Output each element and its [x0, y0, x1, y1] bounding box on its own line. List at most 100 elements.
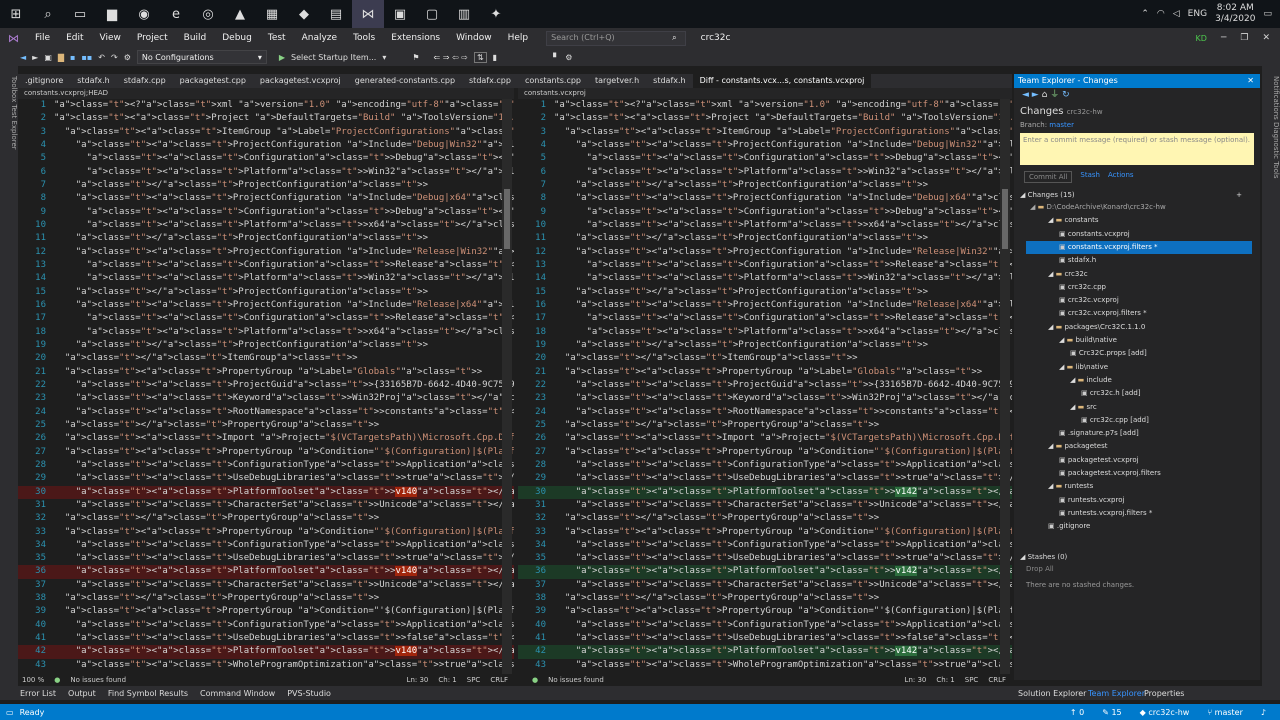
- code-line[interactable]: 4 "a">class="t"><"a">class="t">ProjectCo…: [18, 139, 514, 152]
- tab-stdafx-cpp-2[interactable]: stdafx.cpp: [462, 74, 518, 88]
- app-icon[interactable]: ◎: [192, 0, 224, 28]
- tree-folder[interactable]: ◢ ▬ constants: [1026, 214, 1252, 227]
- code-line[interactable]: 28 "a">class="t"><"a">class="t">Configur…: [18, 459, 514, 472]
- code-line[interactable]: 25 "a">class="t"></"a">class="t">Propert…: [518, 419, 1012, 432]
- code-line[interactable]: 30 "a">class="t"><"a">class="t">Platform…: [18, 485, 514, 499]
- code-line[interactable]: 43 "a">class="t"><"a">class="t">WholePro…: [18, 659, 514, 672]
- issues-status[interactable]: No issues found: [70, 676, 126, 684]
- search-icon[interactable]: ⌕: [32, 0, 64, 28]
- tab-constants-cpp[interactable]: constants.cpp: [518, 74, 588, 88]
- code-line[interactable]: 27 "a">class="t"><"a">class="t">Property…: [18, 446, 514, 459]
- code-line[interactable]: 27 "a">class="t"><"a">class="t">Property…: [518, 446, 1012, 459]
- code-line[interactable]: 37 "a">class="t"><"a">class="t">Characte…: [518, 579, 1012, 592]
- code-line[interactable]: 1 "a">class="t"><?"a">class="t">xml "a">v…: [518, 99, 1012, 112]
- diff-right-pane[interactable]: constants.vcxproj 1 "a">class="t"><?"a">c…: [518, 88, 1012, 674]
- code-line[interactable]: 19 "a">class="t"></"a">class="t">Project…: [518, 339, 1012, 352]
- drop-all-link[interactable]: Drop All: [1014, 563, 1260, 575]
- edge-icon[interactable]: e: [160, 0, 192, 28]
- tray-chevron-icon[interactable]: ⌃: [1141, 9, 1149, 19]
- task-view-icon[interactable]: ▭: [64, 0, 96, 28]
- settings-icon[interactable]: ⚙: [565, 53, 572, 62]
- tree-folder[interactable]: ◢ ▬ include: [1026, 374, 1252, 387]
- menu-edit[interactable]: Edit: [58, 33, 91, 43]
- code-line[interactable]: 34 "a">class="t"><"a">class="t">Configur…: [518, 539, 1012, 552]
- code-line[interactable]: 16 "a">class="t"><"a">class="t">ProjectC…: [518, 299, 1012, 312]
- code-line[interactable]: 3 "a">class="t"><"a">class="t">ItemGroup…: [18, 126, 514, 139]
- menu-debug[interactable]: Debug: [214, 33, 260, 43]
- tree-folder[interactable]: ◢ ▬ lib\native: [1026, 361, 1252, 374]
- tab-properties[interactable]: Properties: [1144, 689, 1184, 698]
- menu-build[interactable]: Build: [176, 33, 215, 43]
- code-line[interactable]: 18 "a">class="t"><"a">class="t">Platform…: [18, 326, 514, 339]
- tab-pvs-studio[interactable]: PVS-Studio: [281, 689, 337, 698]
- code-line[interactable]: 2 "a">class="t"><"a">class="t">Project "a…: [18, 112, 514, 125]
- tab-output[interactable]: Output: [62, 689, 102, 698]
- code-line[interactable]: 17 "a">class="t"><"a">class="t">Configur…: [518, 312, 1012, 325]
- tree-file[interactable]: ▣ crc32c.h [add]: [1026, 387, 1252, 400]
- code-line[interactable]: 18 "a">class="t"><"a">class="t">Platform…: [518, 326, 1012, 339]
- app5-icon[interactable]: ✦: [480, 0, 512, 28]
- code-line[interactable]: 39 "a">class="t"><"a">class="t">Property…: [18, 605, 514, 618]
- tree-root-folder[interactable]: ◢ ▬ D:\CodeArchive\Konard\crc32c-hw: [1014, 201, 1240, 214]
- code-line[interactable]: 7 "a">class="t"></"a">class="t">ProjectC…: [18, 179, 514, 192]
- visual-studio-icon[interactable]: ⋈: [352, 0, 384, 28]
- code-line[interactable]: 12 "a">class="t"><"a">class="t">ProjectC…: [518, 246, 1012, 259]
- code-line[interactable]: 40 "a">class="t"><"a">class="t">Configur…: [18, 619, 514, 632]
- code-line[interactable]: 10 "a">class="t"><"a">class="t">Platform…: [18, 219, 514, 232]
- minimize-icon[interactable]: ─: [1221, 33, 1226, 43]
- tree-file[interactable]: ▣ stdafx.h: [1026, 254, 1252, 267]
- right-scrollbar[interactable]: [1000, 99, 1010, 674]
- code-line[interactable]: 26 "a">class="t"><"a">class="t">Import "…: [18, 432, 514, 445]
- code-line[interactable]: 11 "a">class="t"></"a">class="t">Project…: [18, 232, 514, 245]
- windows-start-icon[interactable]: ⊞: [0, 0, 32, 28]
- wifi-icon[interactable]: ◠: [1157, 9, 1165, 19]
- right-code-area[interactable]: 1 "a">class="t"><?"a">class="t">xml "a">v…: [518, 99, 1012, 672]
- code-line[interactable]: 15 "a">class="t"></"a">class="t">Project…: [518, 286, 1012, 299]
- code-line[interactable]: 31 "a">class="t"><"a">class="t">Characte…: [518, 499, 1012, 512]
- tree-file[interactable]: ▣ runtests.vcxproj.filters *: [1026, 507, 1252, 520]
- code-line[interactable]: 21 "a">class="t"><"a">class="t">Property…: [518, 366, 1012, 379]
- redo-icon[interactable]: ↷: [111, 53, 118, 62]
- code-line[interactable]: 42 "a">class="t"><"a">class="t">Platform…: [18, 645, 514, 659]
- code-line[interactable]: 32 "a">class="t"></"a">class="t">Propert…: [18, 512, 514, 525]
- play-icon[interactable]: ▶: [279, 53, 285, 62]
- tree-file[interactable]: ▣ packagetest.vcxproj.filters: [1026, 467, 1252, 480]
- stash-link[interactable]: Stash: [1080, 171, 1100, 183]
- tab-diff-constants[interactable]: Diff - constants.vcx...s, constants.vcxp…: [692, 74, 872, 88]
- code-line[interactable]: 6 "a">class="t"><"a">class="t">Platform"…: [518, 166, 1012, 179]
- tab-stdafx-h-2[interactable]: stdafx.h: [646, 74, 692, 88]
- pending-changes[interactable]: ✎ 15: [1102, 708, 1121, 717]
- code-line[interactable]: 32 "a">class="t"></"a">class="t">Propert…: [518, 512, 1012, 525]
- tab-stdafx-cpp[interactable]: stdafx.cpp: [117, 74, 173, 88]
- commit-all-button[interactable]: Commit All: [1024, 171, 1073, 183]
- menu-file[interactable]: File: [27, 33, 58, 43]
- publish-indicator[interactable]: ↑ 0: [1070, 708, 1084, 717]
- tree-folder[interactable]: ◢ ▬ runtests: [1026, 480, 1252, 493]
- volume-icon[interactable]: ◁: [1173, 9, 1180, 19]
- tab-gitignore[interactable]: .gitignore: [18, 74, 70, 88]
- code-line[interactable]: 23 "a">class="t"><"a">class="t">Keyword"…: [18, 392, 514, 405]
- menu-project[interactable]: Project: [129, 33, 176, 43]
- code-line[interactable]: 16 "a">class="t"><"a">class="t">ProjectC…: [18, 299, 514, 312]
- save-icon[interactable]: ▪: [70, 53, 75, 62]
- left-code-area[interactable]: 1 "a">class="t"><?"a">class="t">xml "a">v…: [18, 99, 514, 672]
- tree-file[interactable]: ▣ packagetest.vcxproj: [1026, 454, 1252, 467]
- code-line[interactable]: 36 "a">class="t"><"a">class="t">Platform…: [518, 565, 1012, 579]
- code-line[interactable]: 8 "a">class="t"><"a">class="t">ProjectCo…: [518, 192, 1012, 205]
- notification-bell-icon[interactable]: ♪: [1261, 708, 1266, 717]
- tree-folder[interactable]: ◢ ▬ src: [1026, 401, 1252, 414]
- code-line[interactable]: 24 "a">class="t"><"a">class="t">RootName…: [18, 406, 514, 419]
- tree-file[interactable]: ▣ .signature.p7s [add]: [1026, 427, 1252, 440]
- zoom-level[interactable]: 100 %: [22, 676, 44, 684]
- tab-team-explorer[interactable]: Team Explorer: [1088, 689, 1145, 698]
- code-line[interactable]: 35 "a">class="t"><"a">class="t">UseDebug…: [18, 552, 514, 565]
- code-line[interactable]: 43 "a">class="t"><"a">class="t">WholePro…: [518, 659, 1012, 672]
- code-line[interactable]: 42 "a">class="t"><"a">class="t">Platform…: [518, 645, 1012, 659]
- tree-file[interactable]: ▣ crc32c.cpp: [1026, 281, 1252, 294]
- code-line[interactable]: 13 "a">class="t"><"a">class="t">Configur…: [518, 259, 1012, 272]
- keyboard-language[interactable]: ENG: [1188, 9, 1207, 19]
- tree-file[interactable]: ▣ runtests.vcxproj: [1026, 494, 1252, 507]
- tab-stdafx-h[interactable]: stdafx.h: [70, 74, 116, 88]
- maximize-icon[interactable]: ❐: [1240, 33, 1248, 43]
- app3-icon[interactable]: ▢: [416, 0, 448, 28]
